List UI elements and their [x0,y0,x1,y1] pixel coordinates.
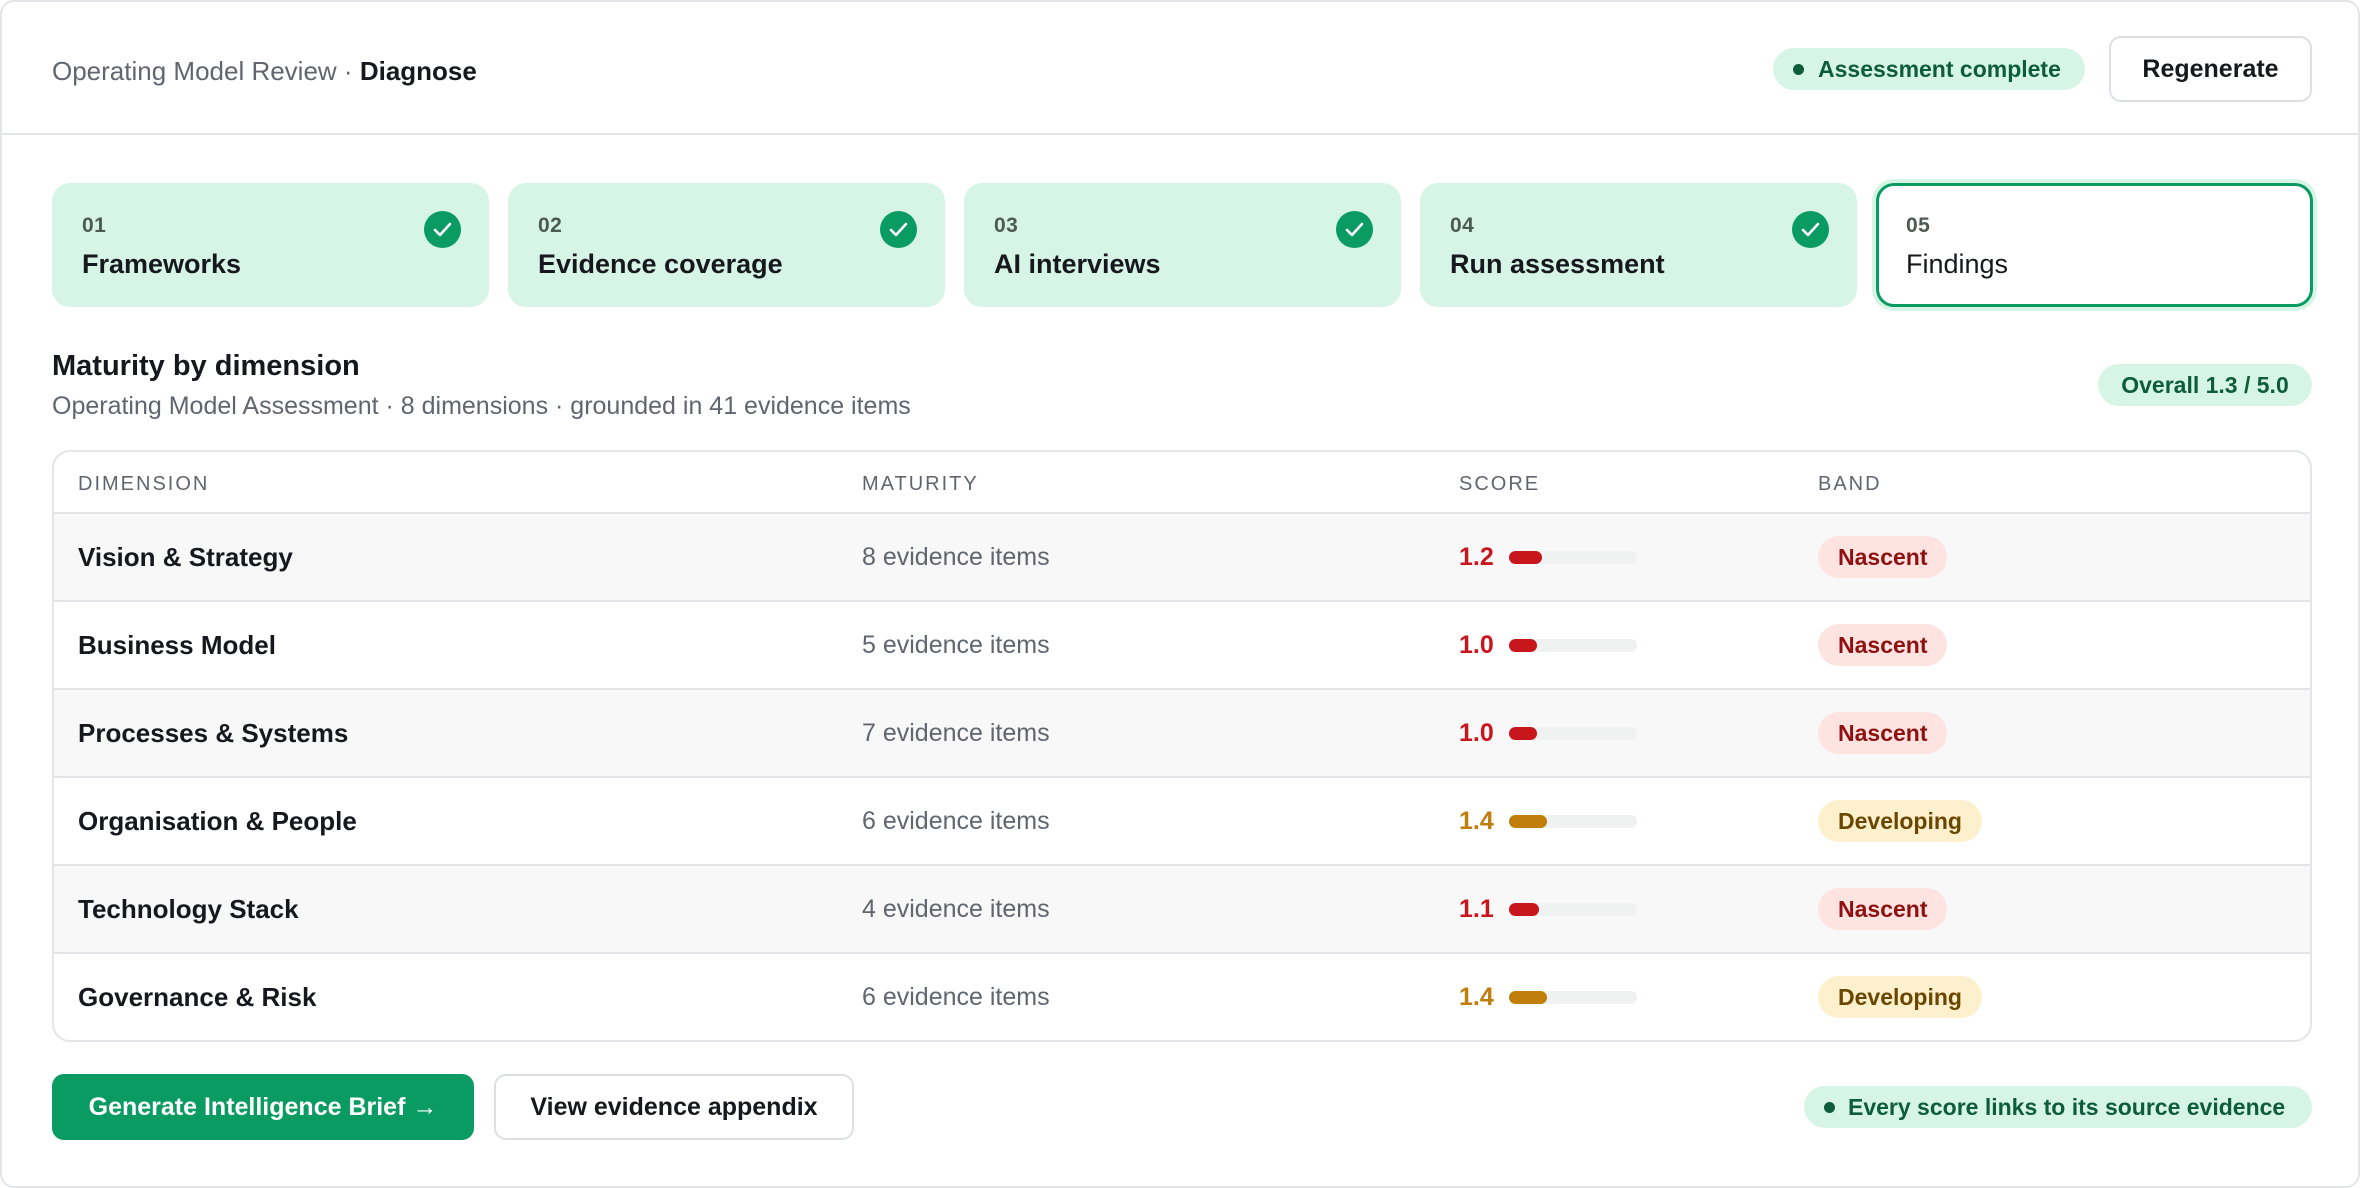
score-value: 1.4 [1459,807,1494,835]
column-header-dimension: DIMENSION [78,473,210,495]
score-value: 1.0 [1459,631,1494,659]
score-bar [1509,815,1637,828]
maturity-evidence-count[interactable]: 6 evidence items [862,805,1050,837]
score-value: 1.1 [1459,895,1494,923]
maturity-table: DIMENSION MATURITY SCORE BAND Vision & S… [52,450,2312,1042]
maturity-evidence-count[interactable]: 4 evidence items [862,893,1050,925]
maturity-evidence-count[interactable]: 8 evidence items [862,541,1050,573]
dimension-name: Governance & Risk [78,982,317,1012]
section-title: Maturity by dimension [52,350,360,382]
regenerate-button[interactable]: Regenerate [2109,36,2312,102]
maturity-evidence-count[interactable]: 6 evidence items [862,981,1050,1013]
score-bar-fill [1509,991,1547,1004]
step-findings[interactable]: 05 Findings [1876,183,2313,307]
band-badge: Nascent [1818,536,1948,578]
view-evidence-appendix-button[interactable]: View evidence appendix [494,1074,854,1140]
section-subtitle: Operating Model Assessment · 8 dimension… [52,392,911,420]
table-row[interactable]: Business Model 5 evidence items 1.0 Nascent [54,600,2310,688]
dimension-name: Organisation & People [78,806,357,836]
breadcrumb-separator: · [336,56,360,86]
band-badge: Nascent [1818,888,1948,930]
step-run-assessment[interactable]: 04 Run assessment [1420,183,1857,307]
header: Operating Model Review · Diagnose Assess… [2,2,2358,135]
band-badge: Developing [1818,800,1982,842]
table-row[interactable]: Vision & Strategy 8 evidence items 1.2 Nasc… [54,512,2310,600]
score-bar [1509,991,1637,1004]
score-bar [1509,639,1637,652]
band-badge: Developing [1818,976,1982,1018]
check-icon [1336,211,1373,248]
score-bar-fill [1509,551,1542,564]
dimension-name: Processes & Systems [78,718,349,748]
check-icon [424,211,461,248]
column-header-maturity: MATURITY [862,473,979,495]
breadcrumb-current: Diagnose [359,56,477,86]
step-label: Findings [1906,249,2009,279]
dimension-name: Technology Stack [78,894,299,924]
step-evidence-coverage[interactable]: 02 Evidence coverage [508,183,945,307]
status-dot-icon [1793,64,1804,75]
score-bar-fill [1509,727,1537,740]
score-bar [1509,551,1637,564]
note-dot-icon [1824,1102,1835,1113]
score-bar-fill [1509,903,1539,916]
score-bar [1509,903,1637,916]
breadcrumb-parent[interactable]: Operating Model Review [52,56,337,86]
score-value: 1.0 [1459,719,1494,747]
step-frameworks[interactable]: 01 Frameworks [52,183,489,307]
breadcrumb: Operating Model Review · Diagnose [52,55,477,87]
table-row[interactable]: Governance & Risk 6 evidence items 1.4 Deve… [54,952,2310,1040]
band-badge: Nascent [1818,712,1948,754]
findings-panel: Operating Model Review · Diagnose Assess… [0,0,2360,1188]
score-bar [1509,727,1637,740]
step-label: Run assessment [1450,249,1665,279]
score-value: 1.4 [1459,983,1494,1011]
maturity-evidence-count[interactable]: 7 evidence items [862,717,1050,749]
table-row[interactable]: Organisation & People 6 evidence items 1.4… [54,776,2310,864]
table-row[interactable]: Technology Stack 4 evidence items 1.1 Nasce… [54,864,2310,952]
step-ai-interviews[interactable]: 03 AI interviews [964,183,1401,307]
maturity-evidence-count[interactable]: 5 evidence items [862,629,1050,661]
step-label: Evidence coverage [538,249,783,279]
status-badge: Assessment complete [1773,48,2085,90]
dimension-name: Business Model [78,630,276,660]
score-bar-fill [1509,639,1537,652]
table-header: DIMENSION MATURITY SCORE BAND [54,452,2310,514]
table-row[interactable]: Processes & Systems 7 evidence items 1.0 Na… [54,688,2310,776]
check-icon [880,211,917,248]
column-header-band: BAND [1818,473,1882,495]
check-icon [1792,211,1829,248]
score-bar-fill [1509,815,1547,828]
score-value: 1.2 [1459,543,1494,571]
evidence-link-note: Every score links to its source evidence [1804,1086,2312,1128]
generate-brief-button[interactable]: Generate Intelligence Brief → [52,1074,474,1140]
overall-score-badge: Overall 1.3 / 5.0 [2098,364,2312,406]
step-label: Frameworks [82,249,242,279]
band-badge: Nascent [1818,624,1948,666]
step-label: AI interviews [994,249,1161,279]
column-header-score: SCORE [1459,473,1541,495]
evidence-link-note-label: Every score links to its source evidence [1848,1094,2286,1120]
status-badge-label: Assessment complete [1818,56,2061,82]
step-number: 05 [1906,214,1931,237]
dimension-name: Vision & Strategy [78,542,293,572]
